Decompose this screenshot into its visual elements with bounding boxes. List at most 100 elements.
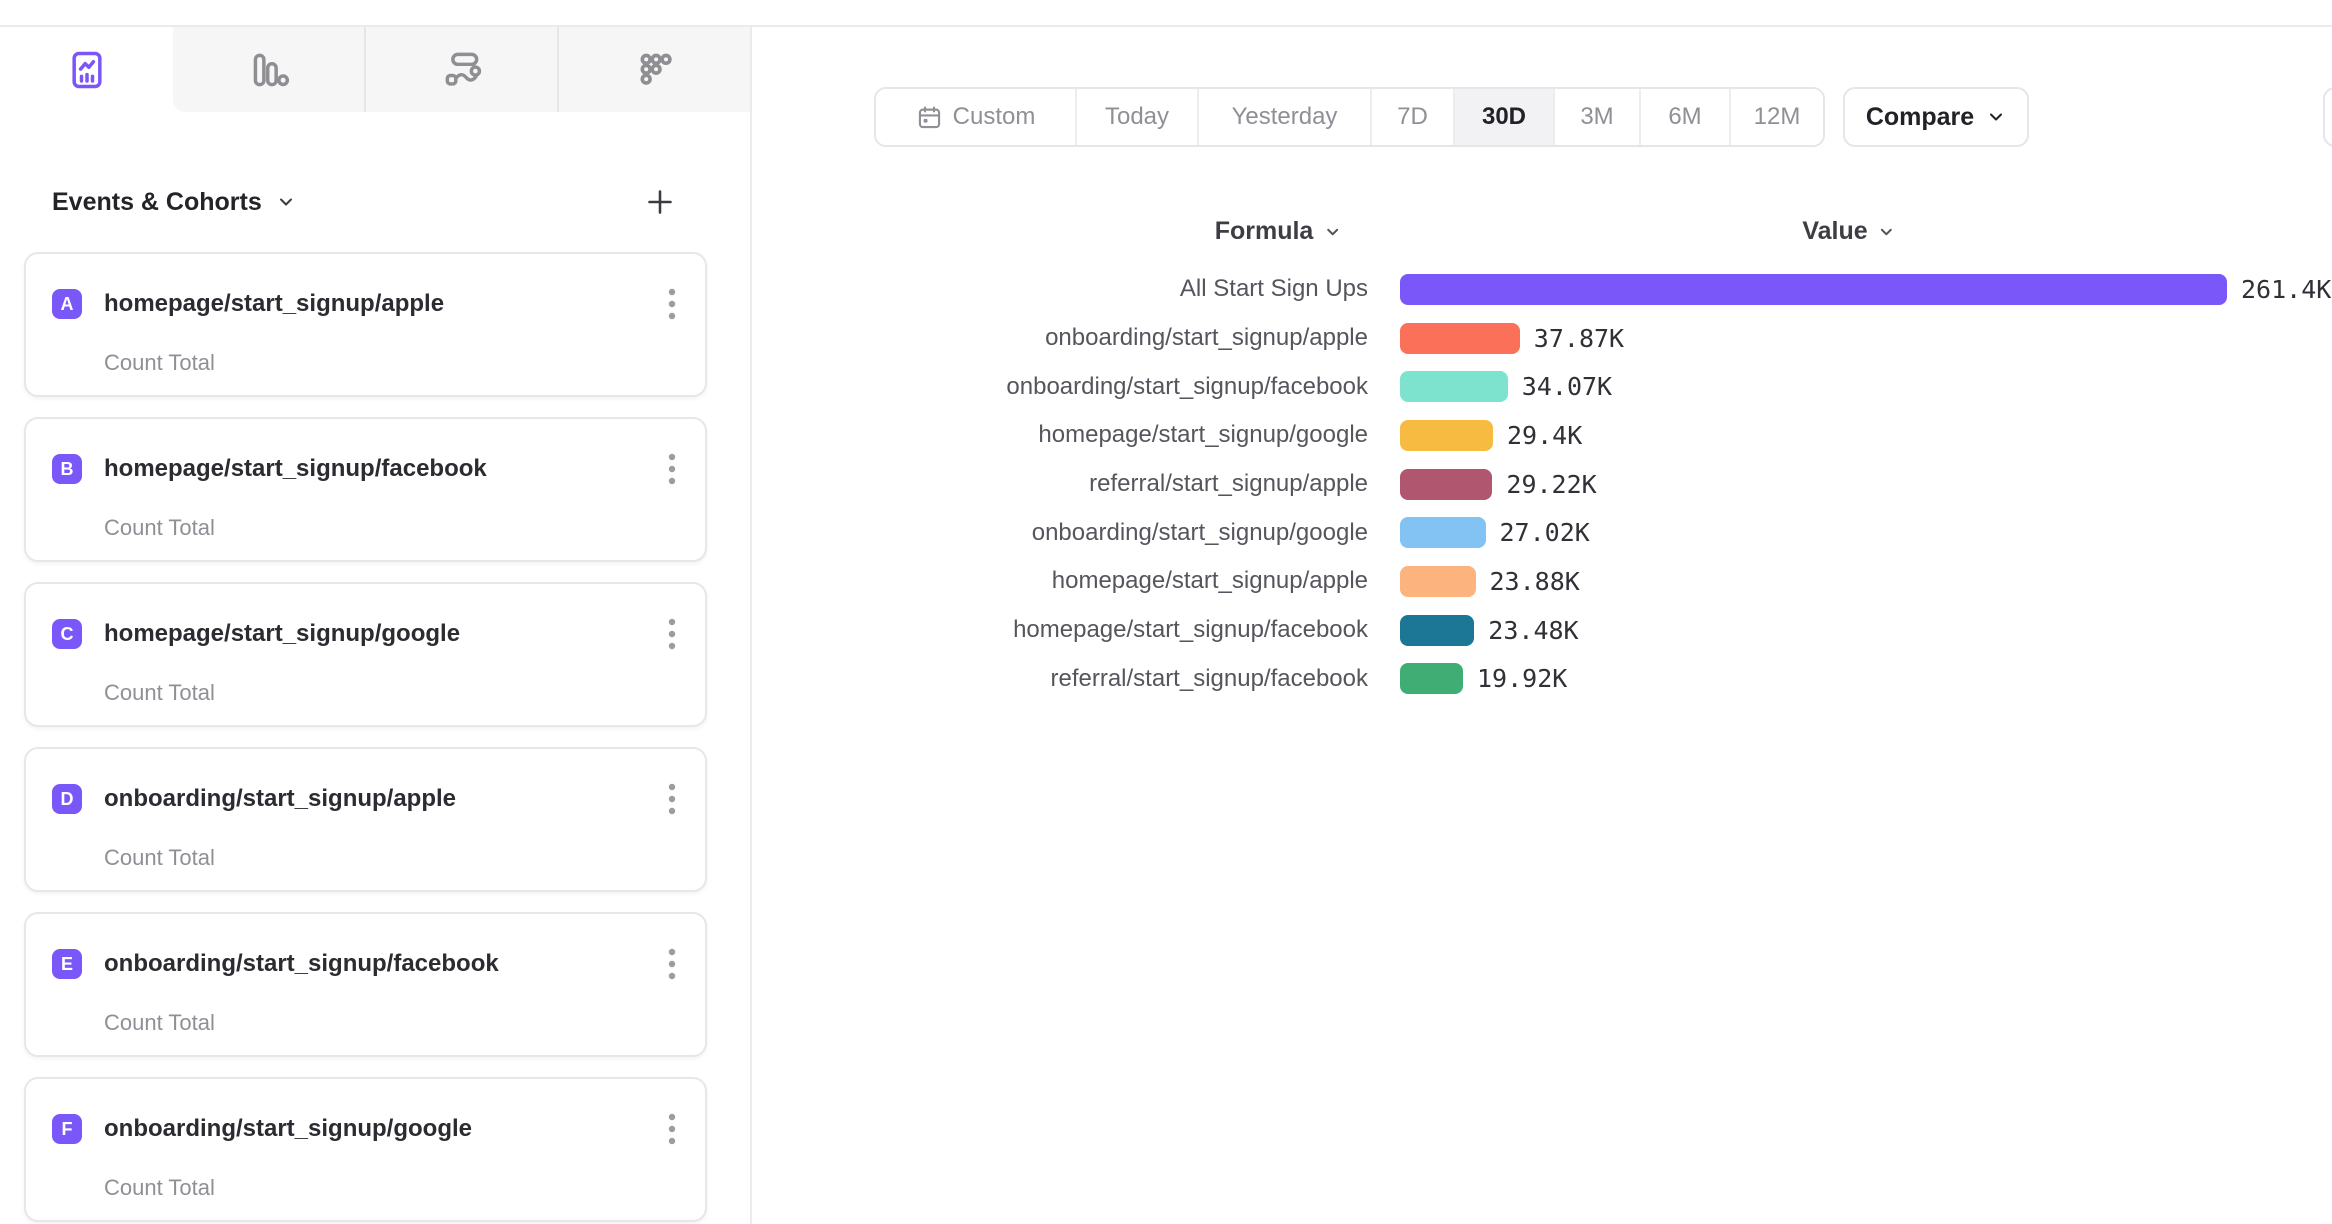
event-card-top: E onboarding/start_signup/facebook (26, 914, 705, 984)
tab-insights[interactable] (0, 27, 173, 112)
event-metric: Count Total (26, 350, 705, 376)
edge-cutoff-button[interactable] (2323, 87, 2332, 147)
chart-row-label: referral/start_signup/facebook (752, 665, 1368, 693)
event-metric: Count Total (26, 1010, 705, 1036)
event-card-top: D onboarding/start_signup/apple (26, 749, 705, 819)
top-divider (0, 0, 2332, 27)
chart-row-label: onboarding/start_signup/google (752, 519, 1368, 547)
chart-row-label: referral/start_signup/apple (752, 470, 1368, 498)
chart-bar-value: 23.48K (1488, 616, 1578, 645)
sidebar-header: Events & Cohorts (0, 177, 750, 227)
event-metric: Count Total (26, 680, 705, 706)
chart-row-label: homepage/start_signup/apple (752, 567, 1368, 595)
formula-column-header[interactable]: Formula (1215, 217, 1342, 246)
kebab-menu-icon[interactable] (665, 449, 679, 489)
kebab-menu-icon[interactable] (665, 944, 679, 984)
event-card[interactable]: D onboarding/start_signup/apple Count To… (24, 747, 707, 892)
inactive-tabs-group (173, 27, 750, 112)
chart-bar-wrap: 37.87K (1400, 323, 1624, 354)
range-custom[interactable]: Custom (876, 89, 1075, 145)
flows-icon (440, 48, 484, 92)
event-metric: Count Total (26, 1175, 705, 1201)
range-3m[interactable]: 3M (1553, 89, 1639, 145)
chart-bar[interactable] (1400, 323, 1520, 354)
chart-bar[interactable] (1400, 420, 1493, 451)
event-card[interactable]: F onboarding/start_signup/google Count T… (24, 1077, 707, 1222)
tab-flows[interactable] (364, 27, 557, 112)
event-name: homepage/start_signup/apple (104, 290, 444, 318)
chart-row-label: onboarding/start_signup/apple (752, 324, 1368, 352)
chart-bar[interactable] (1400, 517, 1486, 548)
chart-bar-wrap: 19.92K (1400, 663, 1567, 694)
event-card[interactable]: C homepage/start_signup/google Count Tot… (24, 582, 707, 727)
add-event-button[interactable] (642, 184, 678, 220)
kebab-menu-icon[interactable] (665, 779, 679, 819)
range-today[interactable]: Today (1075, 89, 1197, 145)
chart-row-label: homepage/start_signup/google (752, 421, 1368, 449)
chart-bar[interactable] (1400, 663, 1463, 694)
event-letter-badge: E (52, 949, 82, 979)
query-sidebar: Events & Cohorts A homepage/start_signup… (0, 27, 752, 1224)
event-letter-badge: F (52, 1114, 82, 1144)
event-card[interactable]: B homepage/start_signup/facebook Count T… (24, 417, 707, 562)
event-name: onboarding/start_signup/apple (104, 785, 456, 813)
chart-bar[interactable] (1400, 566, 1476, 597)
chart-bar-value: 261.4K (2241, 275, 2331, 304)
range-yesterday[interactable]: Yesterday (1197, 89, 1370, 145)
chart-row: onboarding/start_signup/google 27.02K (752, 508, 2332, 557)
chart-row: referral/start_signup/facebook 19.92K (752, 655, 2332, 704)
range-6m[interactable]: 6M (1639, 89, 1729, 145)
chart-row-label: All Start Sign Ups (752, 275, 1368, 303)
insights-report-page: Events & Cohorts A homepage/start_signup… (0, 0, 2332, 1224)
formula-header-label: Formula (1215, 217, 1314, 246)
chart-row: onboarding/start_signup/facebook 34.07K (752, 362, 2332, 411)
tab-funnels[interactable] (173, 27, 364, 112)
chart-bar-value: 29.22K (1506, 470, 1596, 499)
kebab-menu-icon[interactable] (665, 614, 679, 654)
report-main: Custom Today Yesterday 7D 30D 3M 6M 12M … (752, 27, 2332, 1224)
value-column-header[interactable]: Value (1802, 217, 1895, 246)
event-name: homepage/start_signup/google (104, 620, 460, 648)
chart-bar[interactable] (1400, 615, 1474, 646)
event-letter-badge: C (52, 619, 82, 649)
report-type-tabstrip (0, 27, 750, 112)
events-list: A homepage/start_signup/apple Count Tota… (24, 252, 707, 1224)
range-7d[interactable]: 7D (1370, 89, 1453, 145)
chart-bar-value: 37.87K (1534, 324, 1624, 353)
range-12m[interactable]: 12M (1729, 89, 1823, 145)
events-cohorts-dropdown[interactable]: Events & Cohorts (52, 188, 296, 217)
chart-row: All Start Sign Ups 261.4K (752, 265, 2332, 314)
chevron-down-icon (276, 192, 296, 212)
chevron-down-icon (1986, 107, 2006, 127)
kebab-menu-icon[interactable] (665, 284, 679, 324)
chart-row: homepage/start_signup/google 29.4K (752, 411, 2332, 460)
chart-bar[interactable] (1400, 371, 1508, 402)
funnels-icon (247, 48, 291, 92)
event-letter-badge: D (52, 784, 82, 814)
compare-label: Compare (1866, 103, 1974, 132)
range-30d[interactable]: 30D (1453, 89, 1553, 145)
chart-row: homepage/start_signup/apple 23.88K (752, 557, 2332, 606)
chart-row-label: onboarding/start_signup/facebook (752, 373, 1368, 401)
chart-bar-wrap: 29.4K (1400, 420, 1582, 451)
event-card-top: B homepage/start_signup/facebook (26, 419, 705, 489)
chart-bar-wrap: 27.02K (1400, 517, 1590, 548)
event-card-top: C homepage/start_signup/google (26, 584, 705, 654)
chart-bar-wrap: 261.4K (1400, 274, 2331, 305)
compare-button[interactable]: Compare (1843, 87, 2029, 147)
bar-chart: All Start Sign Ups 261.4K onboarding/sta… (752, 265, 2332, 703)
event-name: homepage/start_signup/facebook (104, 455, 487, 483)
kebab-menu-icon[interactable] (665, 1109, 679, 1149)
tab-retention[interactable] (557, 27, 750, 112)
event-card[interactable]: A homepage/start_signup/apple Count Tota… (24, 252, 707, 397)
chart-bar[interactable] (1400, 274, 2227, 305)
event-card[interactable]: E onboarding/start_signup/facebook Count… (24, 912, 707, 1057)
event-name: onboarding/start_signup/facebook (104, 950, 499, 978)
chart-bar-wrap: 34.07K (1400, 371, 1612, 402)
chart-row: referral/start_signup/apple 29.22K (752, 460, 2332, 509)
plus-icon (642, 184, 678, 220)
date-range-control: Custom Today Yesterday 7D 30D 3M 6M 12M (874, 87, 1825, 147)
event-card-top: F onboarding/start_signup/google (26, 1079, 705, 1149)
chart-row-label: homepage/start_signup/facebook (752, 616, 1368, 644)
chart-bar[interactable] (1400, 469, 1492, 500)
